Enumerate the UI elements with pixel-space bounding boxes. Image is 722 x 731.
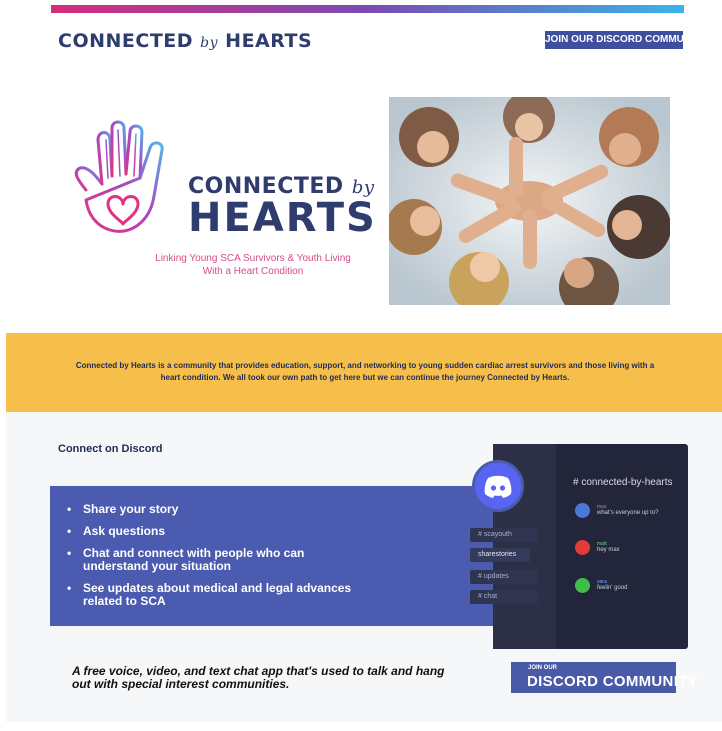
chat-text: what's everyone up to? <box>597 510 659 516</box>
chat-text: feelin' good <box>597 585 628 591</box>
discord-logo-badge <box>472 460 524 512</box>
chat-text: hey max <box>597 547 620 553</box>
avatar <box>575 503 590 518</box>
hand-heart-icon <box>74 120 164 233</box>
feature-item: Share your story <box>65 503 365 517</box>
channel-scayouth: # scayouth <box>470 528 538 542</box>
discord-logo-icon <box>484 475 512 498</box>
site-brand[interactable]: CONNECTED by HEARTS <box>58 30 312 52</box>
logo-line-hearts: HEARTS <box>188 195 377 241</box>
join-discord-button[interactable]: JOIN OUR DISCORD COMMUNITY <box>545 31 707 49</box>
join-discord-community-button[interactable]: JOIN OUR DISCORD COMMUNITY <box>511 662 698 693</box>
hero-tagline: Linking Young SCA Survivors & Youth Livi… <box>155 253 351 277</box>
brand-word-connected: CONNECTED <box>58 30 194 52</box>
avatar <box>575 578 590 593</box>
chat-message: sara feelin' good <box>575 578 685 598</box>
brand-word-hearts: HEARTS <box>225 30 313 52</box>
feature-item: Ask questions <box>65 525 365 539</box>
chat-message: max what's everyone up to? <box>575 503 685 523</box>
feature-item: See updates about medical and legal adva… <box>65 582 365 608</box>
channel-sharestories: sharestories <box>470 548 530 562</box>
features-list: Share your story Ask questions Chat and … <box>65 503 365 617</box>
button-main-label: DISCORD COMMUNITY <box>527 673 698 690</box>
avatar <box>575 540 590 555</box>
channel-updates: # updates <box>470 570 538 584</box>
top-gradient-bar <box>51 5 684 13</box>
brand-word-by: by <box>200 35 219 51</box>
discord-promo-text: A free voice, video, and text chat app t… <box>72 664 445 691</box>
hero-logo-text: CONNECTED by HEARTS <box>188 174 377 241</box>
discord-app-mockup: # connected-by-hearts max what's everyon… <box>493 444 688 649</box>
mission-text: Connected by Hearts is a community that … <box>75 361 655 382</box>
discord-channel-header: # connected-by-hearts <box>573 477 673 488</box>
connect-on-discord-title: Connect on Discord <box>58 443 163 455</box>
hero-photo <box>389 97 670 305</box>
channel-chat: # chat <box>470 590 538 604</box>
feature-item: Chat and connect with people who can und… <box>65 547 365 573</box>
group-hands-photo-icon <box>389 97 670 305</box>
chat-message: matt hey max <box>575 540 685 560</box>
button-small-label: JOIN OUR <box>528 665 558 671</box>
hero-logo: CONNECTED by HEARTS Linking Young SCA Su… <box>68 118 375 288</box>
